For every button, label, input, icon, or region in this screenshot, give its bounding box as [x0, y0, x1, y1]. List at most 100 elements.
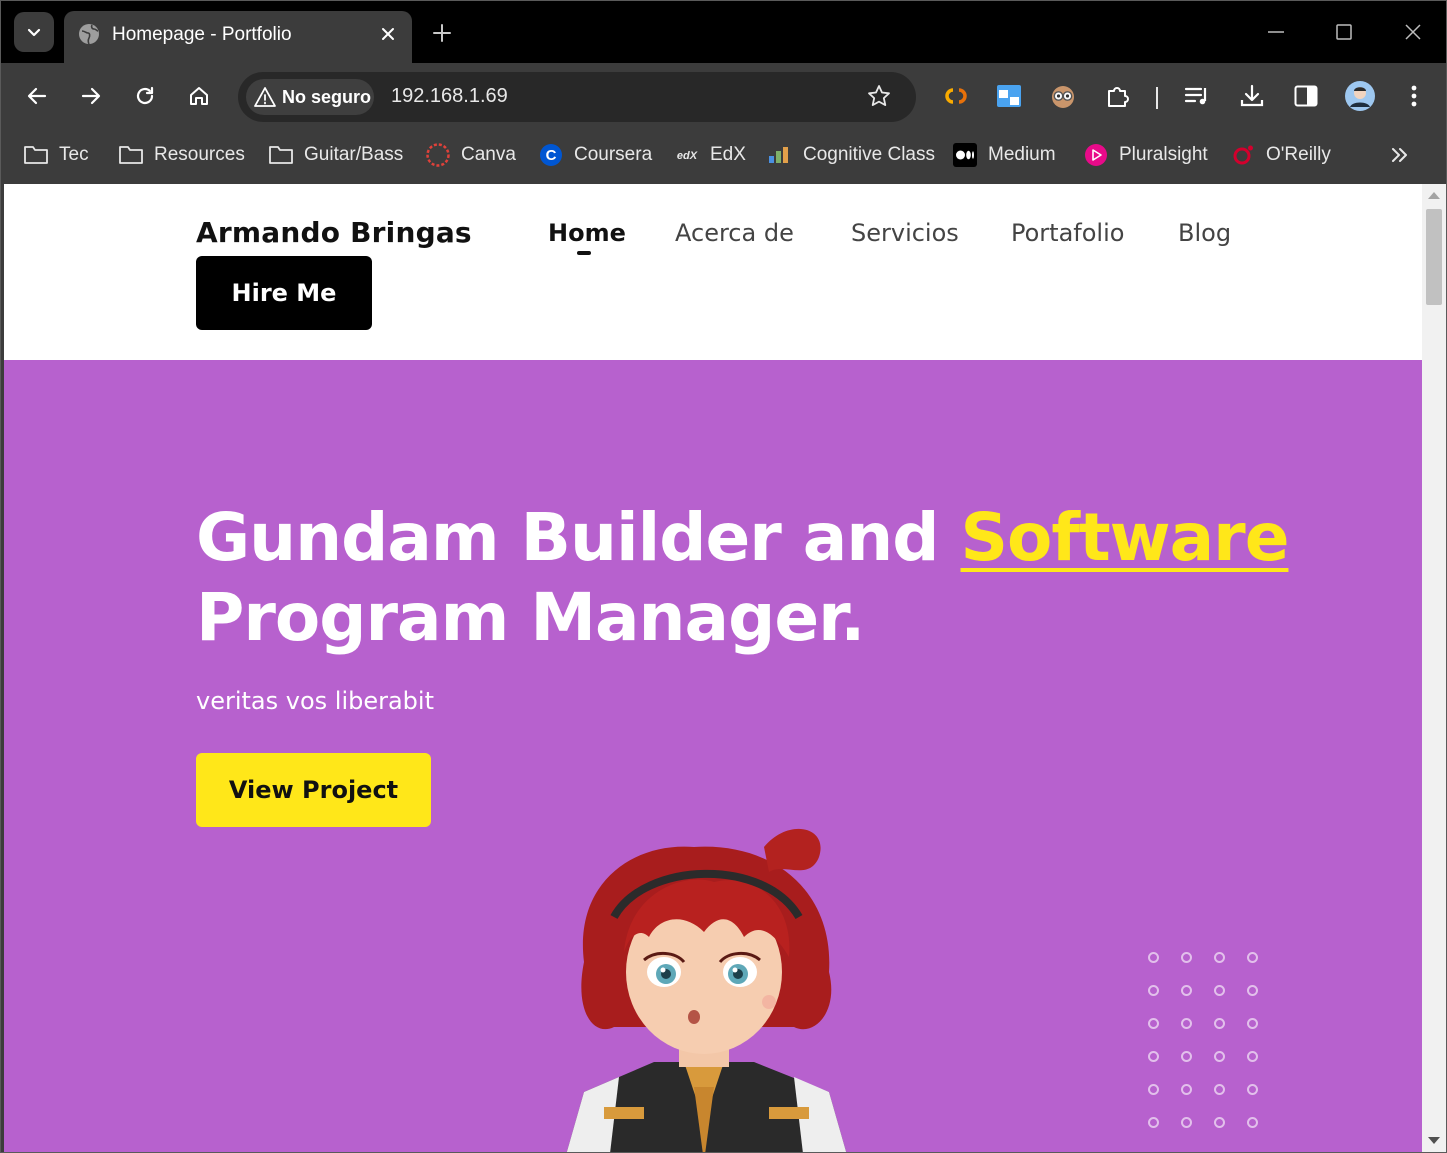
nav-blog[interactable]: Blog [1178, 219, 1231, 247]
toolbar-separator [1156, 87, 1158, 109]
dot [1181, 985, 1192, 996]
download-icon[interactable] [1237, 81, 1267, 111]
bookmark-label: Coursera [574, 144, 653, 165]
hire-me-button[interactable]: Hire Me [196, 256, 372, 330]
more-bookmarks-button[interactable] [1385, 141, 1413, 169]
dot [1247, 1051, 1258, 1062]
coursera-icon: C [538, 142, 564, 168]
dot [1148, 1018, 1159, 1029]
globe-icon [78, 23, 100, 49]
bookmark-label: O'Reilly [1266, 144, 1331, 165]
bookmark-item[interactable]: Tec [23, 141, 89, 169]
minimize-button[interactable] [1261, 17, 1291, 47]
dot [1181, 1018, 1192, 1029]
dot [1214, 1051, 1225, 1062]
back-button[interactable] [21, 80, 53, 112]
bookmark-item[interactable]: O'Reilly [1230, 141, 1331, 169]
scroll-thumb[interactable] [1426, 209, 1442, 305]
folder-icon [268, 142, 294, 168]
colab-icon[interactable] [941, 81, 971, 111]
dot [1148, 1051, 1159, 1062]
dot [1181, 1084, 1192, 1095]
bookmarks-bar: Tec Resources Guitar/Bass Canva C Course… [1, 129, 1446, 183]
page-scrollbar[interactable] [1422, 184, 1446, 1152]
reload-icon [136, 86, 154, 105]
menu-icon[interactable] [1399, 81, 1429, 111]
page-viewport: Armando Bringas Home Acerca de Servicios… [4, 184, 1422, 1152]
cognitive-class-icon [767, 142, 793, 168]
svg-text:C: C [546, 147, 557, 164]
oreilly-icon [1230, 142, 1256, 168]
view-project-button[interactable]: View Project [196, 753, 431, 827]
folder-icon [23, 142, 49, 168]
home-icon [190, 87, 208, 105]
bookmark-item[interactable]: Medium [952, 141, 1056, 169]
dot [1181, 1051, 1192, 1062]
url-text[interactable]: 192.168.1.69 [391, 85, 508, 108]
dot [1148, 1084, 1159, 1095]
reload-button[interactable] [129, 80, 161, 112]
bookmark-item[interactable]: Pluralsight [1083, 141, 1208, 169]
reading-list-icon[interactable] [1182, 81, 1212, 111]
maximize-icon [1336, 24, 1352, 40]
hero-subtitle: veritas vos liberabit [196, 687, 434, 715]
chevron-down-icon [27, 28, 41, 37]
puzzle-icon[interactable] [1103, 81, 1133, 111]
dot [1214, 1018, 1225, 1029]
bookmark-label: Pluralsight [1119, 144, 1208, 165]
site-header: Armando Bringas Home Acerca de Servicios… [4, 184, 1422, 360]
decorative-dot-grid [1148, 952, 1280, 1150]
bookmark-star-icon[interactable] [866, 83, 892, 113]
active-tab[interactable]: Homepage - Portfolio [64, 11, 412, 63]
bookmark-label: Resources [154, 144, 245, 165]
side-panel-icon[interactable] [1291, 81, 1321, 111]
dot [1247, 1117, 1258, 1128]
nav-acerca-de[interactable]: Acerca de [675, 219, 794, 247]
hero-title-part1: Gundam Builder and [196, 499, 961, 576]
browser-toolbar: No seguro 192.168.1.69 [1, 63, 1446, 129]
dot [1148, 952, 1159, 963]
nav-servicios[interactable]: Servicios [851, 219, 959, 247]
tab-title: Homepage - Portfolio [112, 24, 292, 45]
bookmark-item[interactable]: C Coursera [538, 141, 652, 169]
browser-window: Homepage - Portfolio No seguro 192.168.1… [0, 0, 1447, 1153]
dot [1247, 1084, 1258, 1095]
dot [1247, 985, 1258, 996]
dot [1181, 952, 1192, 963]
arrow-left-icon [27, 87, 47, 105]
close-window-button[interactable] [1398, 17, 1428, 47]
address-bar[interactable]: No seguro 192.168.1.69 [238, 72, 916, 122]
nav-home[interactable]: Home [548, 219, 626, 247]
canva-icon [425, 142, 451, 168]
site-brand[interactable]: Armando Bringas [196, 216, 472, 249]
scroll-down-arrow-icon[interactable] [1428, 1137, 1440, 1144]
minimize-icon [1268, 31, 1284, 33]
maximize-button[interactable] [1329, 17, 1359, 47]
bookmark-item[interactable]: Canva [425, 141, 516, 169]
bookmark-label: Guitar/Bass [304, 144, 404, 165]
bookmark-item[interactable]: Guitar/Bass [268, 141, 403, 169]
new-tab-button[interactable] [427, 18, 457, 48]
bookmark-label: Cognitive Class [803, 144, 935, 165]
owl-extension-icon[interactable] [1048, 81, 1078, 111]
scroll-up-arrow-icon[interactable] [1428, 192, 1440, 199]
window-extension-icon[interactable] [994, 81, 1024, 111]
bookmark-item[interactable]: edX EdX [674, 141, 746, 169]
arrow-right-icon [81, 87, 101, 105]
close-tab-icon[interactable] [376, 22, 400, 46]
forward-button[interactable] [75, 80, 107, 112]
tab-search-button[interactable] [14, 12, 54, 52]
bookmark-item[interactable]: Resources [118, 141, 245, 169]
security-chip[interactable]: No seguro [246, 79, 374, 115]
home-button[interactable] [183, 80, 215, 112]
dot [1181, 1117, 1192, 1128]
dot [1247, 1018, 1258, 1029]
dot [1214, 1084, 1225, 1095]
double-chevron-right-icon [1392, 148, 1407, 162]
warning-icon [254, 87, 276, 107]
svg-text:edX: edX [677, 150, 698, 162]
nav-portafolio[interactable]: Portafolio [1011, 219, 1124, 247]
security-label: No seguro [282, 86, 372, 107]
profile-avatar-icon[interactable] [1345, 81, 1375, 111]
bookmark-item[interactable]: Cognitive Class [767, 141, 935, 169]
